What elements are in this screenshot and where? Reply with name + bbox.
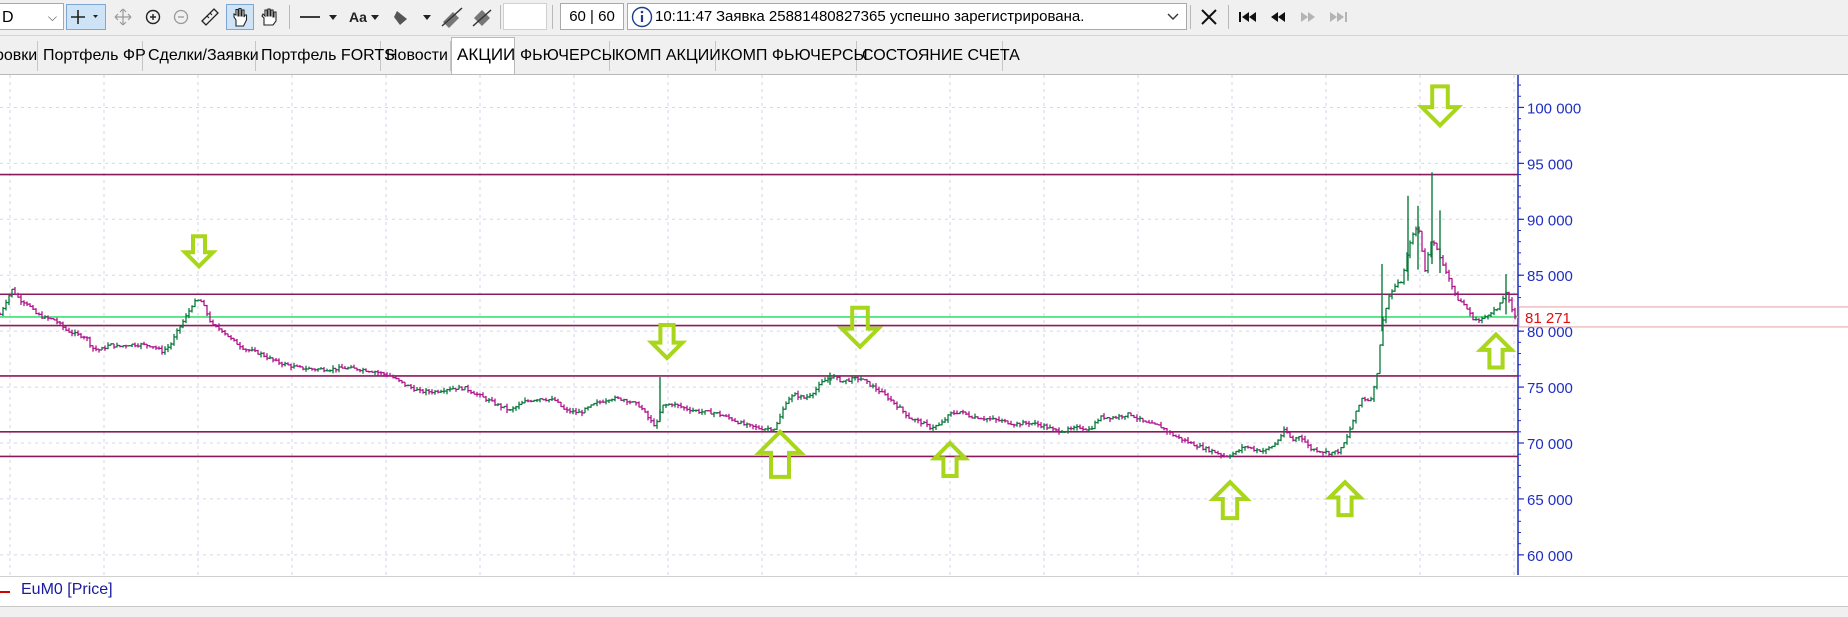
- ruler-button[interactable]: [196, 4, 224, 30]
- eraser-icon: [441, 7, 463, 28]
- tab-4[interactable]: Портфель FORTS: [256, 41, 395, 71]
- tab-3[interactable]: Сделки/Заявки: [143, 41, 259, 71]
- workspace-tabs: ровкиПортфель ФРСделки/ЗаявкиПортфель FO…: [0, 36, 1848, 75]
- status-time: 10:11:47: [655, 8, 713, 25]
- y-axis-tick-label: 70 000: [1527, 436, 1573, 453]
- y-axis-tick-label: 75 000: [1527, 380, 1573, 397]
- toolbar-empty-field[interactable]: [503, 3, 547, 30]
- bar-counter-text: 60 | 60: [569, 8, 615, 25]
- tab-10[interactable]: СОСТОЯНИЕ СЧЕТА: [857, 41, 1020, 71]
- tab-5[interactable]: Новости: [381, 41, 451, 71]
- tab-8[interactable]: КОМП АКЦИИ: [610, 41, 721, 71]
- tab-7[interactable]: ФЬЮЧЕРСЫ: [515, 41, 616, 71]
- toolbar-separator: [552, 5, 553, 29]
- y-axis-tick-label: 90 000: [1527, 212, 1573, 229]
- tab-2[interactable]: Портфель ФР: [38, 41, 146, 71]
- interval-value: D: [2, 9, 14, 26]
- rewind-icon: [1271, 12, 1285, 22]
- layers-icon: [472, 9, 492, 27]
- ruler-icon: [201, 8, 219, 26]
- y-axis-tick-label: 100 000: [1527, 100, 1581, 117]
- layers-button[interactable]: [468, 4, 496, 30]
- toolbar: D ⌵ Aa 60 | 60 10:11:47 Заявка 258814808…: [0, 0, 1848, 36]
- annotation-arrow-up: [754, 428, 806, 479]
- legend-series-label[interactable]: EuM0 [Price]: [21, 581, 113, 599]
- chevron-down-icon: [370, 15, 379, 20]
- line-style-button[interactable]: [296, 4, 342, 30]
- grab-hand-icon: [261, 8, 277, 26]
- go-last-button[interactable]: [1324, 4, 1352, 30]
- close-icon: [1201, 9, 1217, 25]
- move-button[interactable]: [110, 4, 136, 30]
- move-icon: [114, 8, 132, 26]
- zoom-in-button[interactable]: [140, 4, 166, 30]
- chart-bottom-scroll-area: [0, 606, 1848, 617]
- status-message: Заявка 25881480827365 успешно зарегистри…: [716, 8, 1085, 25]
- font-label: Aa: [349, 9, 367, 25]
- annotation-arrow-up: [1208, 479, 1252, 521]
- hand-icon: [233, 7, 248, 27]
- y-axis-tick-label: 95 000: [1527, 156, 1573, 173]
- legend-series-marker: [0, 591, 10, 593]
- step-forward-button[interactable]: [1294, 4, 1322, 30]
- annotation-arrow-down: [836, 305, 884, 350]
- bar-counter: 60 | 60: [560, 3, 624, 30]
- zoom-in-icon: [145, 9, 161, 25]
- crosshair-icon: [71, 10, 98, 24]
- info-icon: [631, 6, 653, 36]
- status-message-box[interactable]: 10:11:47 Заявка 25881480827365 успешно з…: [627, 3, 1187, 30]
- y-axis-tick-label: 65 000: [1527, 492, 1573, 509]
- skip-forward-icon: [1330, 12, 1347, 22]
- step-back-button[interactable]: [1264, 4, 1292, 30]
- toolbar-separator: [1190, 5, 1191, 29]
- chevron-down-icon: ⌵: [47, 10, 57, 24]
- line-style-icon: [300, 15, 337, 20]
- annotation-arrow-down: [1416, 84, 1464, 129]
- tab-6[interactable]: АКЦИИ: [451, 37, 515, 74]
- price-chart[interactable]: 100 000 95 000 90 000 85 000 80 000 75 000 70 …: [0, 75, 1848, 575]
- crosshair-button[interactable]: [66, 4, 106, 30]
- annotation-arrow-up: [1475, 331, 1517, 370]
- fast-forward-icon: [1301, 12, 1315, 22]
- toolbar-separator: [289, 5, 290, 29]
- paint-bucket-icon: [394, 11, 431, 25]
- fill-color-button[interactable]: [390, 4, 436, 30]
- skip-back-icon: [1239, 12, 1256, 22]
- toolbar-separator: [500, 5, 501, 29]
- hide-drawings-button[interactable]: [438, 4, 466, 30]
- chart-legend: EuM0 [Price]: [0, 576, 1848, 607]
- y-axis-tick-label: 60 000: [1527, 548, 1573, 565]
- status-dropdown-chevron-icon[interactable]: [1166, 4, 1180, 36]
- y-axis-tick-label: 85 000: [1527, 268, 1573, 285]
- tab-1[interactable]: ровки: [0, 41, 38, 71]
- pan-button[interactable]: [256, 4, 284, 30]
- price-chart-svg: 100 00095 00090 00085 00080 00075 00070 …: [0, 75, 1848, 575]
- annotation-arrow-down: [646, 322, 688, 361]
- zoom-out-icon: [173, 9, 189, 25]
- go-first-button[interactable]: [1234, 4, 1262, 30]
- current-price-label: 81 271: [1525, 310, 1571, 327]
- tab-9[interactable]: КОМП ФЬЮЧЕРСЫ: [716, 41, 868, 71]
- hand-pointer-button[interactable]: [226, 4, 254, 30]
- font-button[interactable]: Aa: [344, 4, 388, 30]
- interval-select[interactable]: D ⌵: [0, 3, 64, 30]
- close-chart-button[interactable]: [1196, 4, 1222, 30]
- zoom-out-button[interactable]: [168, 4, 194, 30]
- toolbar-separator: [1228, 5, 1229, 29]
- annotation-arrow-down: [180, 234, 218, 270]
